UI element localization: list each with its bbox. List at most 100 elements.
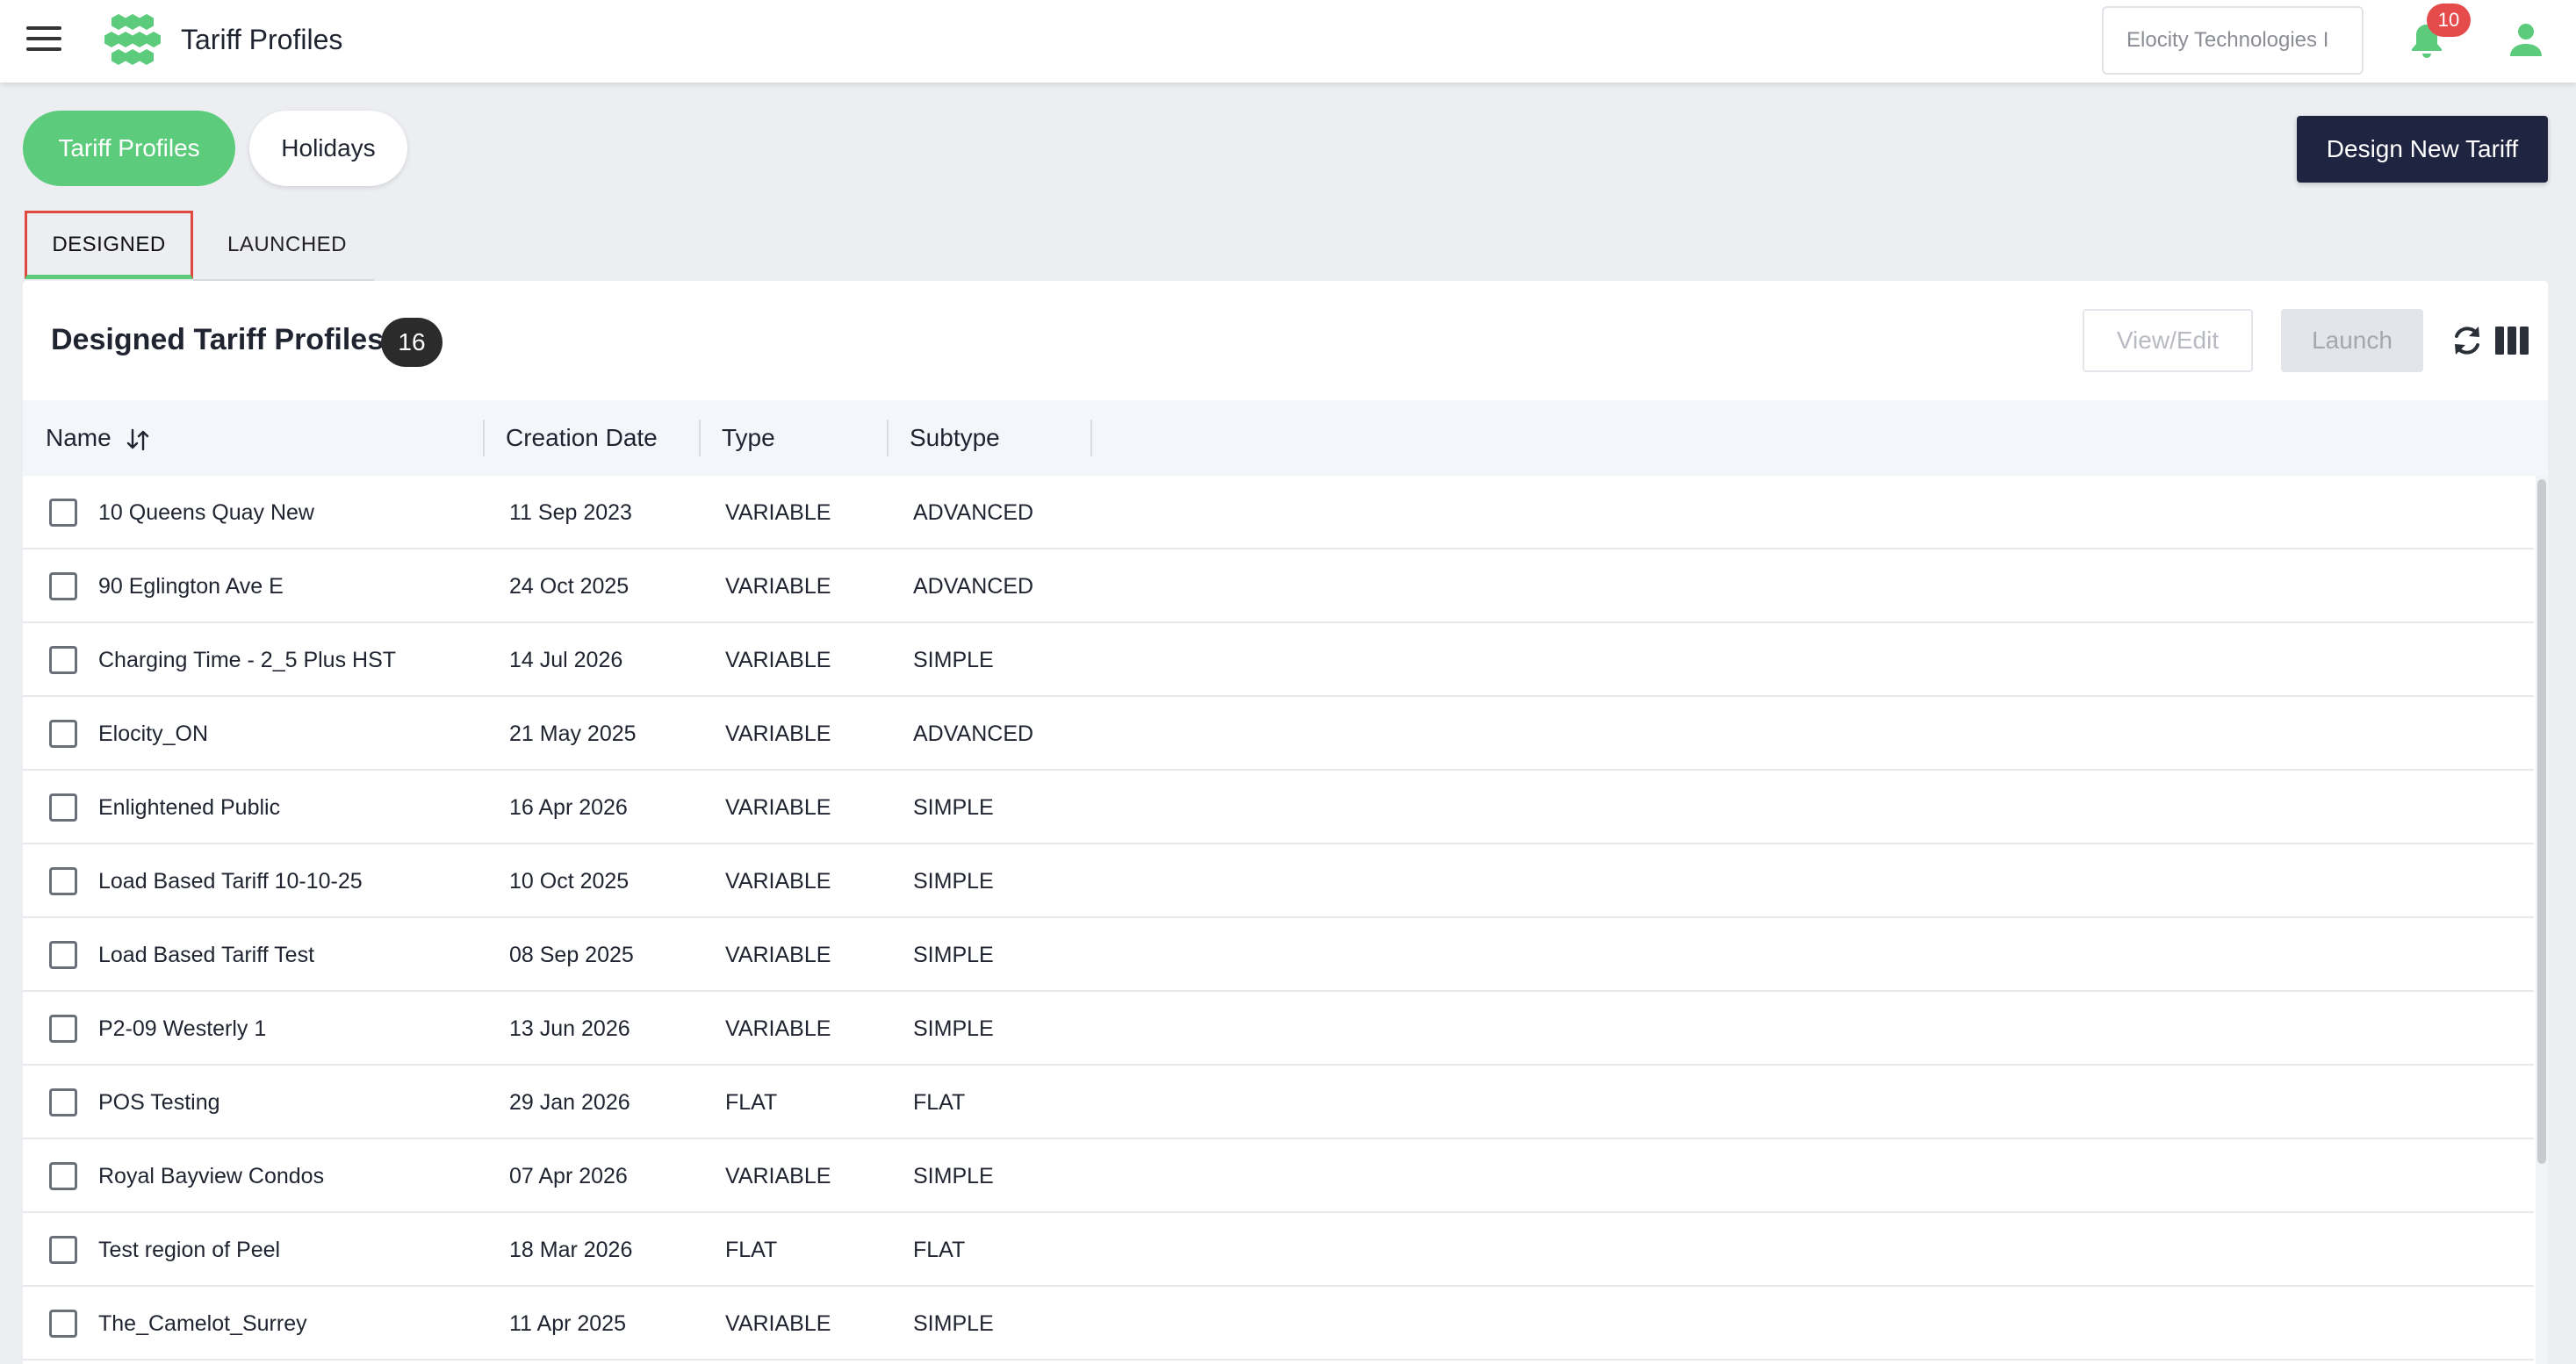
cell-name: Load Based Tariff 10-10-25 (98, 869, 363, 894)
row-checkbox[interactable] (49, 1015, 77, 1043)
cell-creation-date: 08 Sep 2025 (509, 943, 634, 967)
cell-type: FLAT (725, 1090, 778, 1115)
organization-selector[interactable]: Elocity Technologies I (2102, 6, 2364, 75)
cell-name: 10 Queens Quay New (98, 500, 314, 525)
cell-subtype: ADVANCED (913, 500, 1034, 525)
table-row[interactable]: Load Based Tariff Test 08 Sep 2025 VARIA… (23, 918, 2534, 992)
cell-creation-date: 29 Jan 2026 (509, 1090, 630, 1115)
table-row[interactable]: P2-09 Westerly 1 13 Jun 2026 VARIABLE SI… (23, 992, 2534, 1066)
hamburger-menu-icon[interactable] (26, 26, 61, 54)
row-checkbox[interactable] (49, 646, 77, 674)
column-separator[interactable] (887, 420, 889, 456)
top-bar: Tariff Profiles Elocity Technologies I 1… (0, 0, 2576, 83)
table-header: Name Creation Date Type Subtype (23, 400, 2548, 476)
cell-type: VARIABLE (725, 1164, 831, 1188)
cell-creation-date: 18 Mar 2026 (509, 1238, 633, 1262)
cell-type: VARIABLE (725, 574, 831, 599)
cell-subtype: SIMPLE (913, 1311, 994, 1336)
view-edit-button[interactable]: View/Edit (2083, 309, 2253, 372)
cell-type: VARIABLE (725, 500, 831, 525)
cell-type: VARIABLE (725, 1311, 831, 1336)
notification-badge: 10 (2427, 4, 2471, 37)
design-new-tariff-button[interactable]: Design New Tariff (2297, 116, 2548, 183)
table-row[interactable]: Test region of Peel 18 Mar 2026 FLAT FLA… (23, 1213, 2534, 1287)
table-row[interactable]: Royal Bayview Condos 07 Apr 2026 VARIABL… (23, 1139, 2534, 1213)
column-header-type[interactable]: Type (722, 400, 775, 476)
cell-name: The_Camelot_Surrey (98, 1311, 307, 1336)
tab-launched[interactable]: LAUNCHED (204, 211, 371, 279)
cell-subtype: FLAT (913, 1090, 966, 1115)
row-checkbox[interactable] (49, 499, 77, 527)
holidays-pill[interactable]: Holidays (249, 111, 407, 186)
cell-subtype: SIMPLE (913, 869, 994, 894)
designed-profiles-panel: Designed Tariff Profiles 16 View/Edit La… (23, 281, 2548, 1364)
cell-name: Charging Time - 2_5 Plus HST (98, 648, 397, 672)
cell-subtype: SIMPLE (913, 1164, 994, 1188)
refresh-icon[interactable] (2450, 323, 2485, 358)
cell-name: Royal Bayview Condos (98, 1164, 325, 1188)
user-icon[interactable] (2508, 21, 2544, 58)
cell-name: Load Based Tariff Test (98, 943, 315, 967)
cell-type: VARIABLE (725, 1016, 831, 1041)
column-name-label: Name (46, 424, 112, 451)
column-separator[interactable] (699, 420, 701, 456)
cell-type: VARIABLE (725, 795, 831, 820)
row-checkbox[interactable] (49, 1088, 77, 1116)
columns-icon[interactable] (2495, 327, 2529, 355)
column-header-creation-date[interactable]: Creation Date (506, 400, 658, 476)
cell-name: 90 Eglington Ave E (98, 574, 284, 599)
cell-subtype: ADVANCED (913, 721, 1034, 746)
cell-creation-date: 11 Sep 2023 (509, 500, 632, 525)
cell-name: Elocity_ON (98, 721, 209, 746)
sort-arrows-icon[interactable] (125, 427, 151, 453)
column-separator[interactable] (483, 420, 485, 456)
cell-creation-date: 13 Jun 2026 (509, 1016, 630, 1041)
page-title: Tariff Profiles (181, 24, 343, 55)
row-checkbox[interactable] (49, 1236, 77, 1264)
row-checkbox[interactable] (49, 720, 77, 748)
table-row[interactable]: 90 Eglington Ave E 24 Oct 2025 VARIABLE … (23, 549, 2534, 623)
table-row[interactable]: The_Camelot_Surrey 11 Apr 2025 VARIABLE … (23, 1287, 2534, 1360)
cell-type: VARIABLE (725, 721, 831, 746)
cell-creation-date: 11 Apr 2025 (509, 1311, 626, 1336)
cell-name: POS Testing (98, 1090, 220, 1115)
row-checkbox[interactable] (49, 1310, 77, 1338)
column-header-name[interactable]: Name (46, 400, 151, 476)
row-checkbox[interactable] (49, 572, 77, 600)
cell-subtype: FLAT (913, 1238, 966, 1262)
cell-name: P2-09 Westerly 1 (98, 1016, 267, 1041)
table-row[interactable]: Load Based Tariff 10-10-25 10 Oct 2025 V… (23, 844, 2534, 918)
table-row[interactable]: Charging Time - 2_5 Plus HST 14 Jul 2026… (23, 623, 2534, 697)
cell-creation-date: 14 Jul 2026 (509, 648, 623, 672)
table-row[interactable]: POS Testing 29 Jan 2026 FLAT FLAT (23, 1066, 2534, 1139)
table-row[interactable]: Elocity_ON 21 May 2025 VARIABLE ADVANCED (23, 697, 2534, 771)
tariff-profiles-pill[interactable]: Tariff Profiles (23, 111, 235, 186)
table-row[interactable]: Enlightened Public 16 Apr 2026 VARIABLE … (23, 771, 2534, 844)
row-checkbox[interactable] (49, 793, 77, 822)
cell-type: VARIABLE (725, 869, 831, 894)
table-row[interactable]: 10 Queens Quay New 11 Sep 2023 VARIABLE … (23, 476, 2534, 549)
launch-button[interactable]: Launch (2281, 309, 2423, 372)
cell-subtype: SIMPLE (913, 648, 994, 672)
cell-name: Test region of Peel (98, 1238, 281, 1262)
row-checkbox[interactable] (49, 941, 77, 969)
cell-subtype: SIMPLE (913, 943, 994, 967)
cell-type: VARIABLE (725, 943, 831, 967)
app-logo-icon (104, 14, 161, 65)
scrollbar-thumb[interactable] (2537, 479, 2546, 1164)
panel-title: Designed Tariff Profiles (51, 323, 385, 356)
cell-subtype: ADVANCED (913, 574, 1034, 599)
cell-creation-date: 10 Oct 2025 (509, 869, 630, 894)
row-checkbox[interactable] (49, 1162, 77, 1190)
cell-name: Enlightened Public (98, 795, 281, 820)
cell-type: VARIABLE (725, 648, 831, 672)
column-header-subtype[interactable]: Subtype (910, 400, 1000, 476)
cell-subtype: SIMPLE (913, 1016, 994, 1041)
tab-designed[interactable]: DESIGNED (25, 211, 193, 279)
row-checkbox[interactable] (49, 867, 77, 895)
cell-creation-date: 24 Oct 2025 (509, 574, 630, 599)
cell-subtype: SIMPLE (913, 795, 994, 820)
cell-creation-date: 16 Apr 2026 (509, 795, 628, 820)
column-separator[interactable] (1090, 420, 1092, 456)
cell-creation-date: 21 May 2025 (509, 721, 637, 746)
